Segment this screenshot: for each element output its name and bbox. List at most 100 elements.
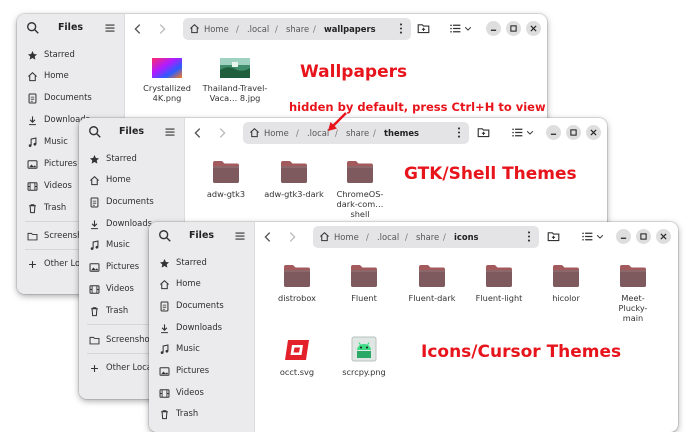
file-name: Meet-Plucky-main: [618, 293, 648, 323]
sidebar-item-trash[interactable]: Trash: [149, 404, 254, 424]
chevron-down-icon[interactable]: [463, 22, 473, 35]
more-options-icon[interactable]: [397, 22, 405, 35]
minimize-button[interactable]: [486, 21, 501, 36]
forward-icon[interactable]: [285, 230, 299, 244]
more-options-icon[interactable]: [525, 230, 533, 243]
file-item[interactable]: scrcpy.png: [331, 336, 397, 377]
document-icon: [27, 93, 38, 104]
path-crumb-home[interactable]: Home: [334, 232, 359, 242]
new-folder-icon[interactable]: [477, 126, 490, 139]
sidebar-item-pictures[interactable]: Pictures: [149, 361, 254, 381]
minimize-button[interactable]: [616, 229, 631, 244]
sidebar-item-starred[interactable]: Starred: [79, 149, 184, 169]
star-icon: [89, 154, 100, 165]
maximize-icon: [570, 129, 577, 136]
file-name: adw-gtk3: [206, 189, 246, 199]
folder-item[interactable]: Meet-Plucky-main: [600, 264, 666, 323]
folder-item[interactable]: adw-gtk3-dark: [261, 160, 327, 199]
chevron-down-icon[interactable]: [525, 126, 535, 139]
sidebar-item-label: Trash: [106, 305, 129, 315]
sidebar-item-music[interactable]: Music: [149, 339, 254, 359]
close-button[interactable]: [656, 229, 671, 244]
path-crumb-home[interactable]: Home: [204, 24, 229, 34]
star-icon: [27, 50, 38, 61]
path-bar[interactable]: Home / .local / share / wallpapers: [183, 18, 411, 40]
image-thumbnail: [152, 58, 182, 78]
minimize-icon: [490, 25, 497, 32]
more-options-icon[interactable]: [455, 126, 463, 139]
menu-icon[interactable]: [234, 230, 246, 242]
folder-item[interactable]: adw-gtk3: [193, 160, 259, 199]
file-name: scrcpy.png: [342, 367, 386, 377]
path-crumb-current[interactable]: themes: [384, 128, 419, 138]
path-separator: /: [366, 232, 369, 242]
header-bar: Home / .local / share / wallpapers: [125, 14, 547, 44]
new-folder-icon[interactable]: [417, 22, 430, 35]
sidebar-item-documents[interactable]: Documents: [149, 296, 254, 316]
path-crumb-current[interactable]: wallpapers: [324, 24, 376, 34]
maximize-button[interactable]: [636, 229, 651, 244]
path-crumb-share[interactable]: share: [286, 24, 309, 34]
forward-icon[interactable]: [215, 126, 229, 140]
sidebar-item-label: Trash: [44, 202, 67, 212]
folder-item[interactable]: Fluent-light: [466, 264, 532, 303]
sidebar-item-videos[interactable]: Videos: [149, 383, 254, 403]
folder-item[interactable]: Fluent-dark: [399, 264, 465, 303]
header-bar: Home / .local / share / themes: [185, 118, 607, 148]
path-bar[interactable]: Home / .local / share / icons: [313, 226, 539, 248]
back-icon[interactable]: [131, 22, 145, 36]
chevron-down-icon[interactable]: [595, 230, 605, 243]
sidebar-item-label: Starred: [44, 49, 75, 59]
path-bar[interactable]: Home / .local / share / themes: [243, 122, 469, 144]
sidebar-item-documents[interactable]: Documents: [17, 88, 124, 108]
path-crumb-current[interactable]: icons: [454, 232, 479, 242]
menu-icon[interactable]: [164, 126, 176, 138]
sidebar-item-starred[interactable]: Starred: [17, 45, 124, 65]
folder-item[interactable]: ChromeOS-dark-com… shell: [327, 160, 393, 219]
folder-icon: [346, 160, 374, 184]
maximize-button[interactable]: [506, 21, 521, 36]
sidebar-item-label: Home: [44, 70, 69, 80]
file-name: Fluent-dark: [408, 293, 456, 303]
sidebar-item-label: Downloads: [176, 322, 222, 332]
picture-icon: [89, 262, 100, 273]
file-item[interactable]: occt.svg: [264, 338, 330, 377]
file-name: Thailand-Travel-Vaca… 8.jpg: [202, 83, 268, 103]
path-separator: /: [405, 232, 408, 242]
folder-item[interactable]: hicolor: [533, 264, 599, 303]
annotation-wallpapers: Wallpapers: [300, 62, 408, 82]
file-item[interactable]: Crystallized 4K.png: [134, 58, 200, 103]
list-view-icon[interactable]: [581, 230, 594, 243]
picture-icon: [27, 159, 38, 170]
sidebar-item-downloads[interactable]: Downloads: [149, 318, 254, 338]
list-view-icon[interactable]: [511, 126, 524, 139]
list-view-icon[interactable]: [449, 22, 462, 35]
sidebar-item-home[interactable]: Home: [149, 274, 254, 294]
folder-item[interactable]: Fluent: [331, 264, 397, 303]
sidebar-item-home[interactable]: Home: [17, 66, 124, 86]
path-crumb-local[interactable]: .local: [377, 232, 399, 242]
close-button[interactable]: [526, 21, 541, 36]
folder-item[interactable]: distrobox: [264, 264, 330, 303]
path-crumb-local[interactable]: .local: [247, 24, 269, 34]
back-icon[interactable]: [261, 230, 275, 244]
file-item[interactable]: Thailand-Travel-Vaca… 8.jpg: [202, 58, 268, 103]
music-icon: [27, 137, 38, 148]
menu-icon[interactable]: [104, 22, 116, 34]
forward-icon[interactable]: [155, 22, 169, 36]
back-icon[interactable]: [191, 126, 205, 140]
maximize-button[interactable]: [566, 125, 581, 140]
path-crumb-share[interactable]: share: [416, 232, 439, 242]
sidebar-item-documents[interactable]: Documents: [79, 192, 184, 212]
sidebar-item-label: Videos: [176, 387, 204, 397]
sidebar-item-label: Starred: [176, 257, 207, 267]
minimize-button[interactable]: [546, 125, 561, 140]
close-button[interactable]: [586, 125, 601, 140]
sidebar-item-home[interactable]: Home: [79, 170, 184, 190]
sidebar-item-label: Starred: [106, 153, 137, 163]
new-folder-icon[interactable]: [547, 230, 560, 243]
path-crumb-home[interactable]: Home: [264, 128, 289, 138]
file-name: ChromeOS-dark-com… shell: [336, 189, 384, 219]
sidebar-item-starred[interactable]: Starred: [149, 253, 254, 273]
sidebar-item-label: Downloads: [106, 218, 152, 228]
